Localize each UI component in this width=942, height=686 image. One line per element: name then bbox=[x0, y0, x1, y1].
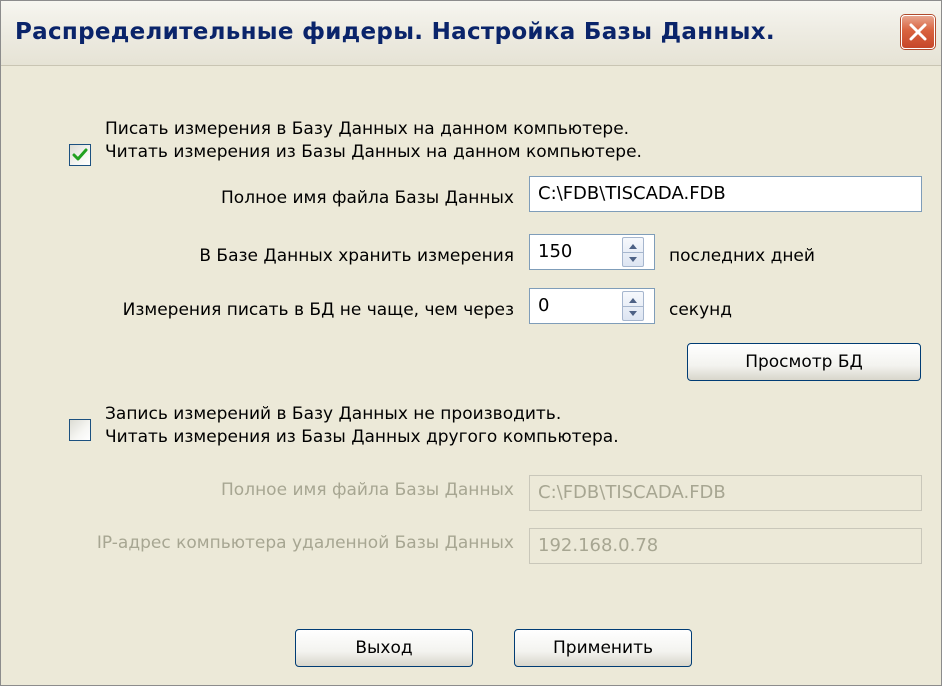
interval-label: Измерения писать в БД не чаще, чем через bbox=[122, 300, 514, 320]
keep-days-label: В Базе Данных хранить измерения bbox=[199, 246, 514, 266]
local-db-checkbox[interactable] bbox=[69, 144, 91, 166]
keep-days-suffix: последних дней bbox=[669, 246, 815, 266]
spin-up-button[interactable] bbox=[623, 292, 643, 307]
view-db-button[interactable]: Просмотр БД bbox=[687, 343, 921, 381]
interval-spinner[interactable] bbox=[622, 291, 644, 321]
keep-days-spinner[interactable] bbox=[622, 237, 644, 267]
arrow-down-icon bbox=[629, 257, 637, 262]
close-x-icon bbox=[909, 23, 927, 41]
local-filename-label: Полное имя файла Базы Данных bbox=[221, 188, 514, 208]
remote-db-label-line1[interactable]: Запись измерений в Базу Данных не произв… bbox=[105, 404, 561, 424]
settings-dialog: Распределительные фидеры. Настройка Базы… bbox=[0, 0, 942, 686]
checkmark-icon bbox=[72, 148, 88, 161]
remote-db-checkbox[interactable] bbox=[69, 419, 91, 441]
remote-filename-label: Полное имя файла Базы Данных bbox=[221, 480, 514, 500]
spin-down-button[interactable] bbox=[623, 306, 643, 320]
local-db-label-line2[interactable]: Читать измерения из Базы Данных на данно… bbox=[105, 142, 642, 162]
apply-button[interactable]: Применить bbox=[514, 629, 692, 667]
arrow-down-icon bbox=[629, 311, 637, 316]
spin-down-button[interactable] bbox=[623, 252, 643, 266]
title-bar[interactable]: Распределительные фидеры. Настройка Базы… bbox=[1, 1, 941, 66]
interval-suffix: секунд bbox=[669, 300, 733, 320]
remote-filename-input[interactable]: C:\FDB\TISCADA.FDB bbox=[529, 475, 922, 511]
spin-up-button[interactable] bbox=[623, 238, 643, 253]
exit-button[interactable]: Выход bbox=[295, 629, 473, 667]
close-button[interactable] bbox=[901, 15, 935, 49]
local-db-label-line1[interactable]: Писать измерения в Базу Данных на данном… bbox=[105, 119, 629, 139]
remote-db-label-line2[interactable]: Читать измерения из Базы Данных другого … bbox=[105, 427, 619, 447]
arrow-up-icon bbox=[629, 298, 637, 303]
remote-ip-label: IP-адрес компьютера удаленной Базы Данны… bbox=[96, 533, 514, 553]
arrow-up-icon bbox=[629, 244, 637, 249]
remote-ip-input[interactable]: 192.168.0.78 bbox=[529, 528, 922, 564]
local-filename-input[interactable]: C:\FDB\TISCADA.FDB bbox=[529, 176, 922, 212]
window-title: Распределительные фидеры. Настройка Базы… bbox=[15, 19, 775, 45]
